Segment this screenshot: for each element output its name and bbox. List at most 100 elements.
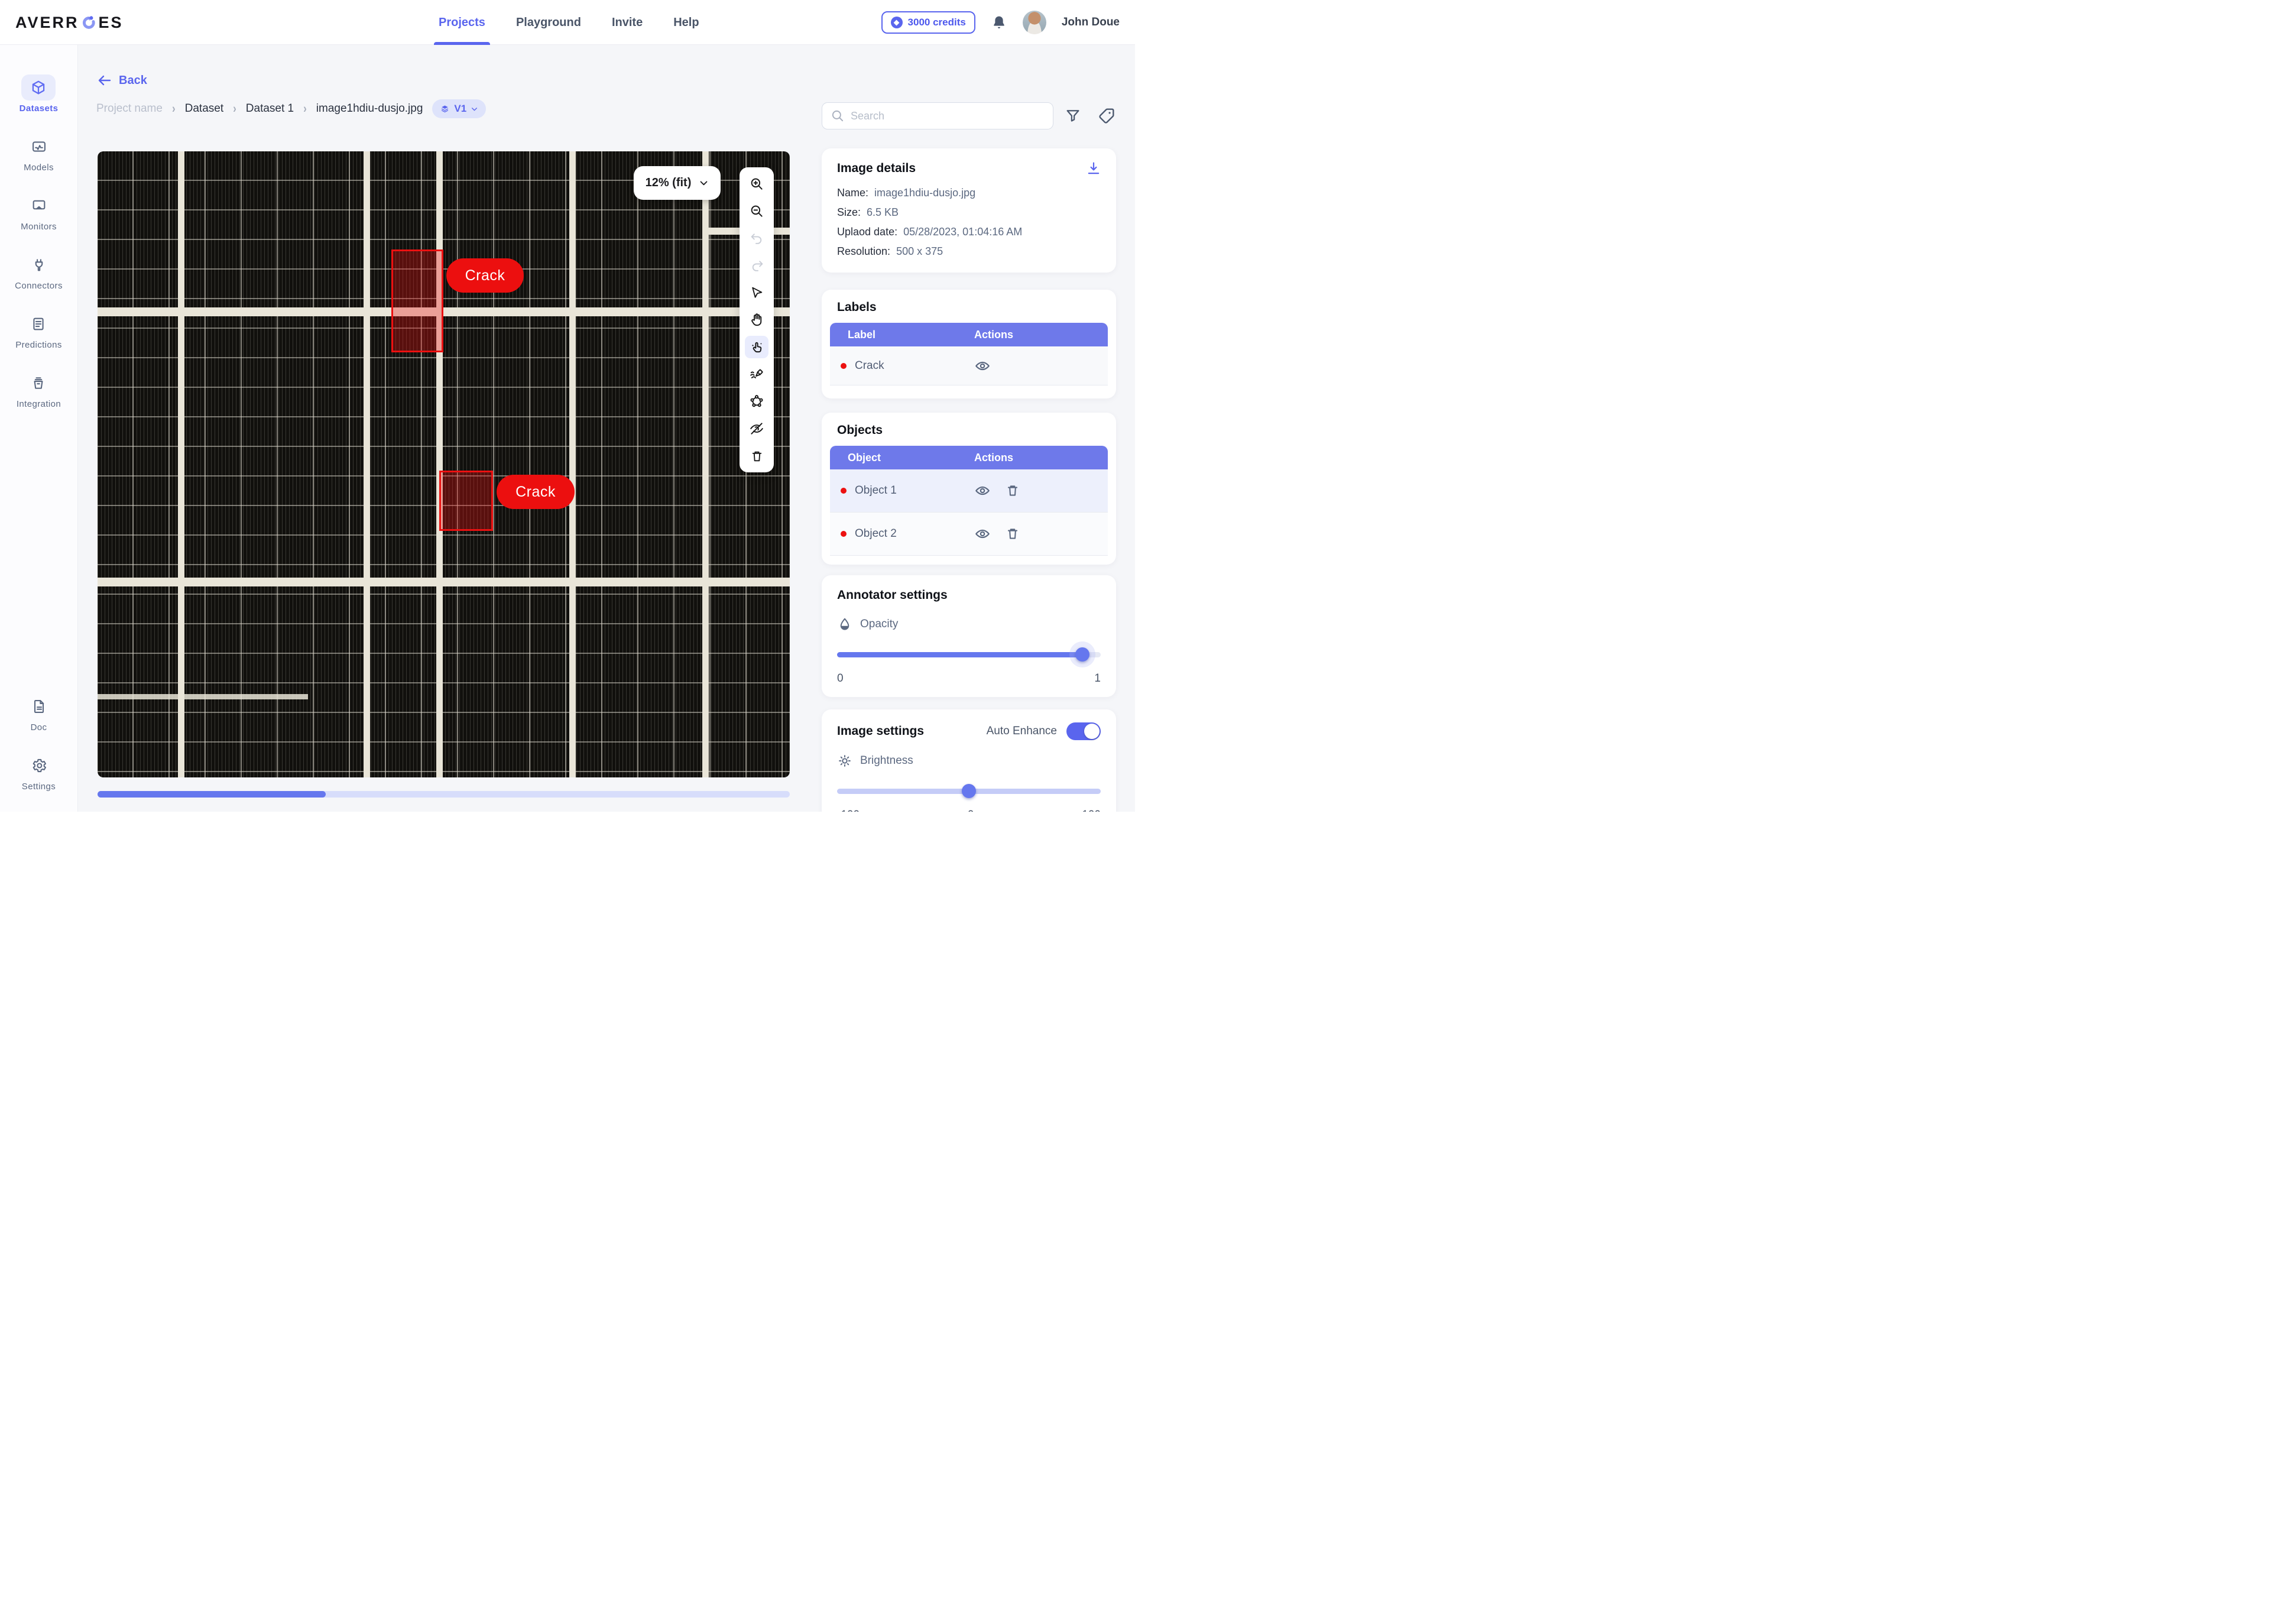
label-row-crack[interactable]: Crack: [830, 346, 1108, 385]
sidebar-item-monitors[interactable]: Monitors: [21, 193, 57, 232]
visibility-eye-icon[interactable]: [974, 526, 991, 542]
user-avatar[interactable]: [1023, 11, 1046, 34]
annotator-settings-card: Annotator settings Opacity 0 1: [822, 575, 1116, 697]
breadcrumb-dataset[interactable]: Dataset: [185, 102, 223, 115]
label-color-dot: [841, 363, 847, 369]
slider-handle[interactable]: [1075, 647, 1089, 662]
panel-search-row: [822, 102, 1116, 129]
sidebar-item-integration[interactable]: Integration: [17, 370, 61, 409]
sidebar-item-connectors[interactable]: Connectors: [15, 252, 63, 291]
coin-icon: [891, 17, 903, 28]
breadcrumb-image-name: image1hdiu-dusjo.jpg: [316, 102, 423, 115]
sidebar-item-label: Models: [24, 163, 54, 173]
sidebar-item-datasets[interactable]: Datasets: [20, 74, 59, 114]
back-button[interactable]: Back: [98, 73, 147, 87]
zoom-level-label: 12% (fit): [646, 176, 692, 190]
delete-trash-tool[interactable]: [745, 445, 768, 467]
panel-gap: [98, 578, 790, 586]
nav-tab-invite[interactable]: Invite: [612, 0, 643, 45]
scale-mid: 0: [968, 809, 974, 812]
smart-annotate-tool[interactable]: [745, 336, 768, 358]
notifications-bell-icon[interactable]: [991, 14, 1007, 31]
brightness-control-row: Brightness: [837, 753, 1101, 769]
breadcrumb-dataset1[interactable]: Dataset 1: [246, 102, 294, 115]
object-row-1[interactable]: Object 1: [830, 469, 1108, 513]
slider-handle[interactable]: [962, 784, 976, 798]
delete-trash-icon[interactable]: [1005, 483, 1020, 498]
auto-enhance-toggle[interactable]: [1066, 722, 1101, 740]
pan-hand-tool[interactable]: [745, 309, 768, 331]
brightness-slider[interactable]: [837, 784, 1101, 798]
model-icon: [22, 134, 56, 160]
canvas-horizontal-scrollbar[interactable]: [98, 791, 790, 798]
object-row-2[interactable]: Object 2: [830, 513, 1108, 556]
panel-gap: [436, 151, 443, 777]
layers-icon: [440, 104, 450, 114]
plug-icon: [22, 252, 56, 278]
sidebar-item-models[interactable]: Models: [22, 134, 56, 173]
sidebar-item-label: Connectors: [15, 281, 63, 291]
object-color-dot: [841, 531, 847, 537]
undo-tool[interactable]: [745, 227, 768, 249]
image-settings-title: Image settings: [837, 724, 924, 738]
annotation-box-crack-2[interactable]: [439, 471, 493, 531]
visibility-eye-icon[interactable]: [974, 358, 991, 374]
field-label: Resolution:: [837, 245, 890, 258]
user-name[interactable]: John Doue: [1062, 16, 1120, 29]
select-cursor-tool[interactable]: [745, 281, 768, 304]
sidebar-item-label: Settings: [22, 782, 56, 792]
sidebar-item-doc[interactable]: Doc: [22, 693, 56, 732]
nav-tab-help[interactable]: Help: [673, 0, 699, 45]
field-label: Uplaod date:: [837, 226, 897, 238]
redo-tool[interactable]: [745, 254, 768, 277]
brightness-label: Brightness: [860, 754, 913, 767]
objects-title: Objects: [830, 423, 1108, 437]
labels-title: Labels: [830, 300, 1108, 315]
nav-tab-projects[interactable]: Projects: [439, 0, 485, 45]
sidebar-item-settings[interactable]: Settings: [22, 753, 56, 792]
visibility-eye-icon[interactable]: [974, 482, 991, 499]
droplet-icon: [837, 617, 852, 632]
zoom-in-tool[interactable]: [745, 173, 768, 195]
detail-row-size: Size: 6.5 KB: [837, 203, 1101, 222]
image-details-fields: Name: image1hdiu-dusjo.jpg Size: 6.5 KB …: [837, 183, 1101, 261]
scribble-draw-tool[interactable]: [745, 363, 768, 385]
slider-fill: [837, 652, 1082, 657]
annotation-canvas-area: Crack Crack 12% (fit): [98, 151, 790, 777]
sidebar-item-label: Integration: [17, 399, 61, 409]
main-nav: Projects Playground Invite Help: [439, 0, 699, 45]
annotation-label-crack-1: Crack: [446, 258, 524, 293]
scrollbar-thumb[interactable]: [98, 791, 326, 798]
column-label: Label: [830, 329, 958, 341]
annotation-label-crack-2: Crack: [497, 475, 575, 509]
credits-button[interactable]: 3000 credits: [881, 11, 975, 34]
filter-funnel-icon[interactable]: [1064, 107, 1082, 125]
zoom-out-tool[interactable]: [745, 200, 768, 222]
scale-min: 0: [837, 672, 844, 685]
opacity-slider[interactable]: [837, 647, 1101, 662]
image-canvas[interactable]: Crack Crack: [98, 151, 790, 777]
sidebar-item-predictions[interactable]: Predictions: [15, 311, 62, 350]
field-label: Name:: [837, 187, 868, 199]
delete-trash-icon[interactable]: [1005, 526, 1020, 542]
breadcrumb-project[interactable]: Project name: [96, 102, 163, 115]
sidebar-item-label: Datasets: [20, 103, 59, 114]
tags-icon[interactable]: [1097, 106, 1116, 125]
image-settings-card: Image settings Auto Enhance Brightness -…: [822, 709, 1116, 812]
archive-icon: [21, 370, 56, 396]
scale-max: 100: [1082, 809, 1101, 812]
polygon-tool[interactable]: [745, 390, 768, 413]
download-icon[interactable]: [1085, 160, 1102, 177]
hide-annotations-eye-off-tool[interactable]: [745, 417, 768, 440]
search-icon: [830, 108, 845, 124]
search-input[interactable]: [822, 102, 1053, 129]
version-selector[interactable]: V1: [432, 99, 486, 118]
nav-tab-playground[interactable]: Playground: [516, 0, 581, 45]
opacity-label: Opacity: [860, 618, 898, 631]
detail-row-upload-date: Uplaod date: 05/28/2023, 01:04:16 AM: [837, 222, 1101, 242]
annotation-box-crack-1[interactable]: [391, 249, 443, 352]
sidebar-item-label: Monitors: [21, 222, 57, 232]
image-details-title: Image details: [837, 161, 1101, 176]
objects-card: Objects Object Actions Object 1 Obje: [822, 413, 1116, 565]
zoom-level-dropdown[interactable]: 12% (fit): [634, 166, 721, 200]
